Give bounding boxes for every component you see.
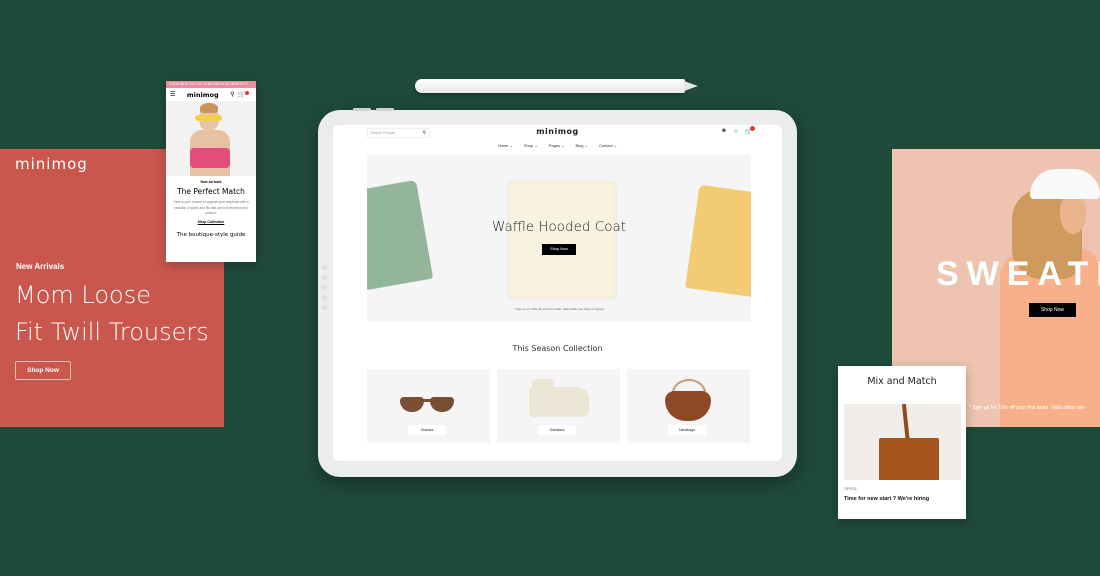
shop-collection-link[interactable]: Shop Collection <box>166 220 256 224</box>
mobile-logo[interactable]: minimog <box>187 91 219 99</box>
category-label[interactable]: Sneakers <box>538 425 576 435</box>
headline-line-1: Mom Loose <box>15 281 151 309</box>
mobile-content: New Arrivals The Perfect Match Here is y… <box>166 176 256 238</box>
hamburger-menu-icon[interactable]: ☰ <box>170 91 175 98</box>
menu-label: Contact <box>598 143 613 148</box>
mix-title: Mix and Match <box>867 376 937 387</box>
hero-title: Waffle Hooded Coat <box>491 219 627 235</box>
mobile-header: ☰ minimog ⚲ 🛒 <box>166 88 256 101</box>
bag-body <box>879 438 939 480</box>
menu-label: Blog <box>575 143 584 148</box>
left-banner-eyebrow: New Arrivals <box>16 262 65 271</box>
tablet-screen: Search Product ⚲ minimog ☻ ☆ 🛒 Home ⌄ Sh… <box>333 125 782 461</box>
left-banner-shop-button[interactable]: Shop Now <box>15 361 71 380</box>
menu-item-shop[interactable]: Shop ⌄ <box>524 143 538 148</box>
promo-bar: CODA NEW COLOR: STERLING ♥ SO WORTH IT <box>166 81 256 88</box>
menu-item-pages[interactable]: Pages ⌄ <box>549 143 565 148</box>
headline-line-2: Fit Twill Trousers <box>15 318 209 346</box>
category-label[interactable]: Handbags <box>668 425 706 435</box>
hero-slider: Waffle Hooded Coat Shop Now * Sign up fo… <box>367 155 751 321</box>
volume-button <box>376 108 394 111</box>
yellow-jacket-image <box>685 184 751 298</box>
sensor-dot <box>322 285 327 290</box>
site-header: Search Product ⚲ minimog ☻ ☆ 🛒 Home ⌄ Sh… <box>333 125 782 155</box>
cream-jacket-image <box>507 181 617 299</box>
model-top <box>190 148 230 168</box>
menu-label: Pages <box>548 143 561 148</box>
right-banner-note: * Sign up for 10% off your first order. … <box>969 405 1085 411</box>
left-banner-logo: minimog <box>15 155 88 173</box>
stylus-tip <box>684 81 698 91</box>
model-sunglasses <box>195 115 222 121</box>
sensor-dot <box>322 305 327 310</box>
menu-item-blog[interactable]: Blog ⌄ <box>576 143 588 148</box>
hero-shop-button[interactable]: Shop Now <box>542 244 576 255</box>
section-title: This Season Collection <box>512 344 603 353</box>
site-logo[interactable]: minimog <box>333 127 782 136</box>
sensor-dot <box>322 295 327 300</box>
mobile-header-icons: ⚲ 🛒 <box>230 90 252 98</box>
mix-and-match-card: Mix and Match OFFICE Time for new start … <box>838 366 966 519</box>
category-grid: Glasses Sneakers Handbags <box>367 369 751 443</box>
sensor-dot <box>322 265 327 270</box>
menu-item-home[interactable]: Home ⌄ <box>498 143 513 148</box>
green-jacket-image <box>367 179 434 291</box>
bucket-bag-image[interactable] <box>844 404 961 480</box>
cart-badge <box>750 126 755 131</box>
volume-button <box>353 108 371 111</box>
mobile-guide-heading: The boutique-style guide <box>176 231 246 238</box>
cart-icon[interactable]: 🛒 <box>238 91 245 98</box>
sneaker-image <box>529 387 589 417</box>
category-card-handbags[interactable]: Handbags <box>627 369 750 443</box>
main-menu: Home ⌄ Shop ⌄ Pages ⌄ Blog ⌄ Contact ⌄ <box>333 143 782 148</box>
glasses-lens <box>430 397 454 412</box>
model-hair <box>200 103 218 113</box>
mobile-title: The Perfect Match <box>177 187 245 196</box>
left-banner-headline: Mom Loose Fit Twill Trousers <box>15 277 209 351</box>
cart-badge <box>245 90 249 95</box>
wishlist-icon[interactable]: ☆ <box>733 128 738 135</box>
mobile-preview: CODA NEW COLOR: STERLING ♥ SO WORTH IT ☰… <box>166 81 256 262</box>
mobile-description: Here is your chance to upgrade your ward… <box>173 200 249 215</box>
sensor-dot <box>322 275 327 280</box>
glasses-lens <box>400 397 424 412</box>
menu-label: Home <box>497 143 509 148</box>
search-icon[interactable]: ⚲ <box>230 91 234 98</box>
menu-item-contact[interactable]: Contact ⌄ <box>599 143 617 148</box>
stylus-pencil <box>415 79 685 93</box>
right-banner-shop-button[interactable]: Shop Now <box>1029 303 1076 317</box>
cart-icon[interactable]: 🛒 <box>745 126 755 135</box>
model-photo <box>166 101 256 176</box>
hero-note: * Sign up for 10% off your first order. … <box>513 307 605 311</box>
account-icon[interactable]: ☻ <box>721 128 727 135</box>
post-category[interactable]: OFFICE <box>844 487 857 491</box>
category-card-glasses[interactable]: Glasses <box>367 369 490 443</box>
handbag-image <box>665 391 711 421</box>
category-label[interactable]: Glasses <box>408 425 446 435</box>
model-cap <box>1030 169 1100 199</box>
menu-label: Shop <box>523 143 534 148</box>
model-face <box>1060 194 1086 234</box>
tablet-side-sensors <box>322 265 327 310</box>
mobile-eyebrow: New Arrivals <box>200 180 222 184</box>
category-card-sneakers[interactable]: Sneakers <box>497 369 620 443</box>
post-title[interactable]: Time for new start ? We're hiring <box>844 496 929 502</box>
tablet-device: Search Product ⚲ minimog ☻ ☆ 🛒 Home ⌄ Sh… <box>318 108 797 477</box>
right-banner-headline: SWEATE <box>936 255 1100 293</box>
header-icons: ☻ ☆ 🛒 <box>721 126 755 135</box>
